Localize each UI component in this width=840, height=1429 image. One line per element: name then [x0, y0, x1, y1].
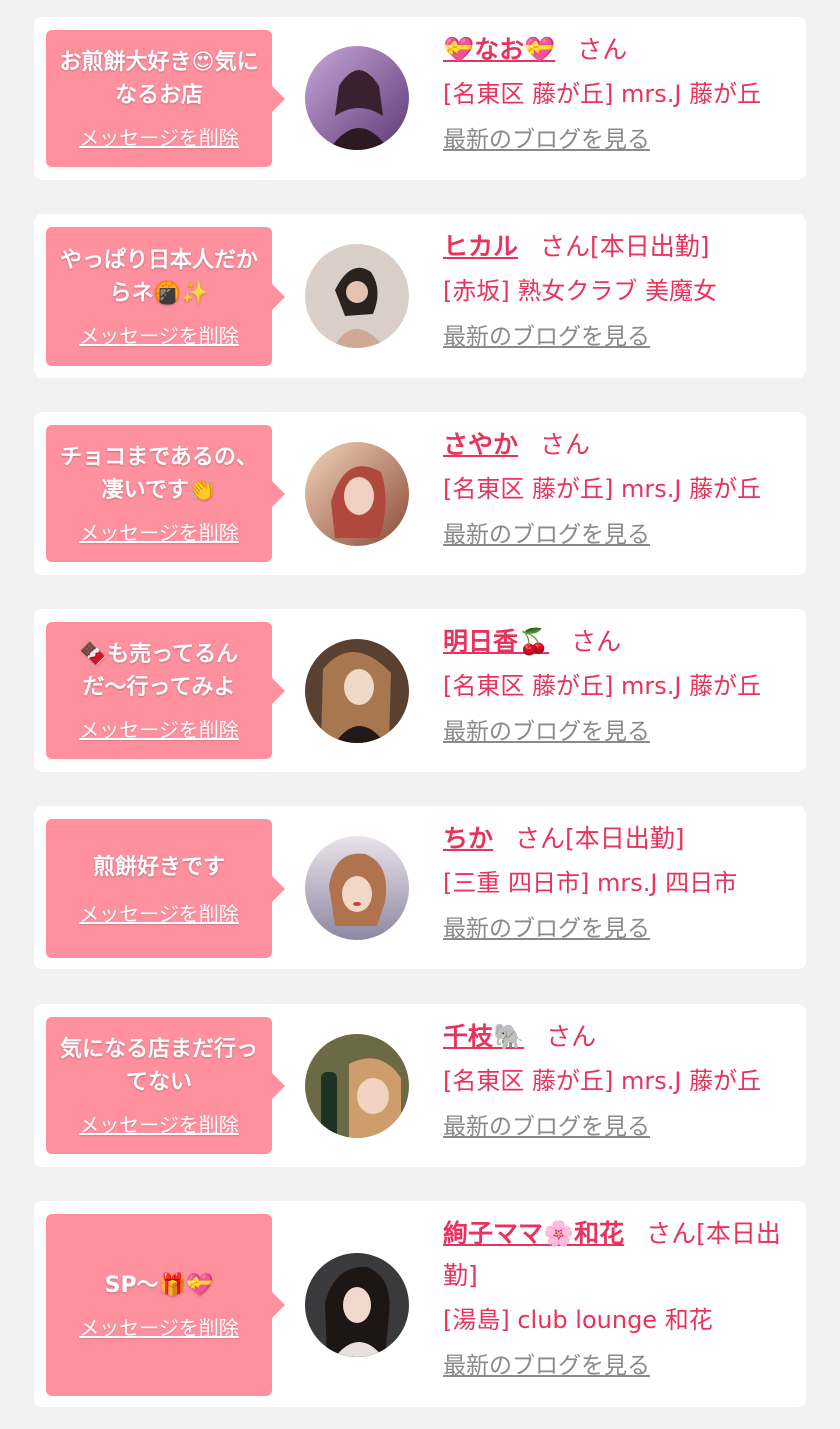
cast-name-link[interactable]: 絢子ママ🌸和花 [443, 1219, 624, 1248]
delete-message-link[interactable]: メッセージを削除 [79, 898, 239, 927]
list-item: SP〜🎁💝 メッセージを削除 絢子ママ🌸和花 さん[本日出勤] [湯島] club… [34, 1201, 806, 1407]
cast-name-link[interactable]: 千枝🐘 [443, 1022, 524, 1051]
blog-link[interactable]: 最新のブログを見る [443, 1349, 650, 1383]
message-text: 煎餅好きです [92, 854, 225, 880]
cast-name-link[interactable]: さやか [443, 430, 518, 459]
list-item: 🍫も売ってるんだ〜行ってみよ メッセージを削除 明日香🍒 さん [名東区 藤が丘]… [34, 609, 806, 772]
cast-info: 絢子ママ🌸和花 さん[本日出勤] [湯島] club lounge 和花 最新のブ… [443, 1213, 796, 1383]
list-item: やっぱり日本人だからネ🍘✨ メッセージを削除 ヒカル さん[本日出勤] [赤坂] … [34, 214, 806, 378]
cast-info: 千枝🐘 さん [名東区 藤が丘] mrs.J 藤が丘 最新のブログを見る [443, 1016, 796, 1144]
shop-name: [名東区 藤が丘] mrs.J 藤が丘 [443, 672, 762, 700]
honorific: さん [515, 824, 566, 853]
avatar[interactable] [305, 244, 409, 348]
message-bubble: 煎餅好きです メッセージを削除 [46, 819, 285, 958]
message-bubble: お煎餅大好き😍気になるお店 メッセージを削除 [46, 30, 285, 167]
list-item: お煎餅大好き😍気になるお店 メッセージを削除 💝なお💝 さん [名東区 藤が丘] … [34, 17, 806, 180]
honorific: さん [546, 1022, 597, 1051]
cast-name-link[interactable]: 明日香🍒 [443, 627, 549, 656]
delete-message-link[interactable]: メッセージを削除 [79, 320, 239, 349]
shop-name: [赤坂] 熟女クラブ 美魔女 [443, 277, 717, 305]
message-bubble: SP〜🎁💝 メッセージを削除 [46, 1214, 285, 1396]
message-text: SP〜🎁💝 [104, 1273, 214, 1298]
message-text: やっぱり日本人だからネ🍘✨ [59, 248, 258, 306]
shop-name: [名東区 藤が丘] mrs.J 藤が丘 [443, 80, 762, 108]
list-item: 気になる店まだ行ってない メッセージを削除 千枝🐘 さん [名東区 藤が丘] mr… [34, 1004, 806, 1167]
cast-info: さやか さん [名東区 藤が丘] mrs.J 藤が丘 最新のブログを見る [443, 424, 796, 552]
honorific: さん [540, 430, 591, 459]
blog-link[interactable]: 最新のブログを見る [443, 123, 650, 157]
blog-link[interactable]: 最新のブログを見る [443, 912, 650, 946]
message-text: チョコまであるの、凄いです👏 [60, 445, 258, 503]
favorite-list: お煎餅大好き😍気になるお店 メッセージを削除 💝なお💝 さん [名東区 藤が丘] … [0, 0, 840, 1429]
message-bubble: 気になる店まだ行ってない メッセージを削除 [46, 1017, 285, 1154]
attendance-tag: [本日出勤] [565, 824, 685, 853]
attendance-tag: [本日出勤] [590, 232, 710, 261]
list-item: 煎餅好きです メッセージを削除 ちか さん[本日出勤] [三重 四日市] mrs.… [34, 806, 806, 969]
cast-info: 明日香🍒 さん [名東区 藤が丘] mrs.J 藤が丘 最新のブログを見る [443, 621, 796, 749]
message-text: 気になる店まだ行ってない [59, 1037, 258, 1095]
avatar[interactable] [305, 1253, 409, 1357]
message-bubble: 🍫も売ってるんだ〜行ってみよ メッセージを削除 [46, 622, 285, 759]
delete-message-link[interactable]: メッセージを削除 [79, 1312, 239, 1341]
honorific: さん [540, 232, 591, 261]
cast-info: 💝なお💝 さん [名東区 藤が丘] mrs.J 藤が丘 最新のブログを見る [443, 29, 796, 157]
delete-message-link[interactable]: メッセージを削除 [79, 714, 239, 743]
delete-message-link[interactable]: メッセージを削除 [79, 122, 239, 151]
blog-link[interactable]: 最新のブログを見る [443, 1110, 650, 1144]
cast-info: ヒカル さん[本日出勤] [赤坂] 熟女クラブ 美魔女 最新のブログを見る [443, 226, 796, 354]
shop-name: [名東区 藤が丘] mrs.J 藤が丘 [443, 475, 762, 503]
avatar[interactable] [305, 836, 409, 940]
shop-name: [湯島] club lounge 和花 [443, 1306, 713, 1334]
avatar[interactable] [305, 639, 409, 743]
cast-name-link[interactable]: 💝なお💝 [443, 35, 555, 64]
message-text: 🍫も売ってるんだ〜行ってみよ [79, 642, 239, 700]
shop-name: [名東区 藤が丘] mrs.J 藤が丘 [443, 1067, 762, 1095]
avatar[interactable] [305, 1034, 409, 1138]
cast-name-link[interactable]: ちか [443, 824, 493, 853]
cast-name-link[interactable]: ヒカル [443, 232, 518, 261]
avatar[interactable] [305, 442, 409, 546]
shop-name: [三重 四日市] mrs.J 四日市 [443, 869, 738, 897]
blog-link[interactable]: 最新のブログを見る [443, 518, 650, 552]
honorific: さん [646, 1219, 697, 1248]
honorific: さん [571, 627, 622, 656]
blog-link[interactable]: 最新のブログを見る [443, 715, 650, 749]
message-text: お煎餅大好き😍気になるお店 [59, 50, 259, 108]
list-item: チョコまであるの、凄いです👏 メッセージを削除 さやか さん [名東区 藤が丘] … [34, 412, 806, 575]
blog-link[interactable]: 最新のブログを見る [443, 320, 650, 354]
cast-info: ちか さん[本日出勤] [三重 四日市] mrs.J 四日市 最新のブログを見る [443, 818, 796, 946]
delete-message-link[interactable]: メッセージを削除 [79, 1109, 239, 1138]
message-bubble: やっぱり日本人だからネ🍘✨ メッセージを削除 [46, 227, 285, 366]
delete-message-link[interactable]: メッセージを削除 [79, 517, 239, 546]
avatar[interactable] [305, 46, 409, 150]
honorific: さん [577, 35, 628, 64]
message-bubble: チョコまであるの、凄いです👏 メッセージを削除 [46, 425, 285, 562]
